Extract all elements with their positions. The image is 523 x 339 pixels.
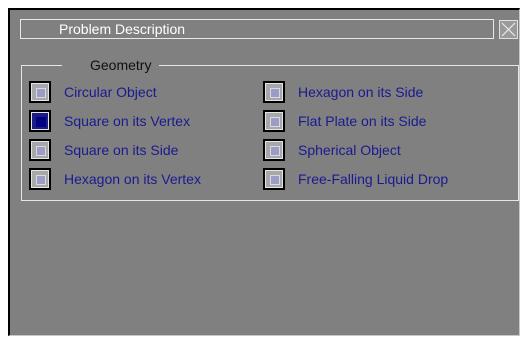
checkbox[interactable] <box>263 139 285 161</box>
problem-description-window: Problem Description Geometry Circular Ob… <box>8 8 520 336</box>
option-label: Square on its Side <box>64 142 179 158</box>
option-label: Hexagon on its Side <box>298 84 424 100</box>
checkbox[interactable] <box>29 168 51 190</box>
option-label: Hexagon on its Vertex <box>64 171 201 187</box>
option-label: Free-Falling Liquid Drop <box>298 171 449 187</box>
option-label: Flat Plate on its Side <box>298 113 427 129</box>
geometry-group: Geometry Circular Object Square on its V… <box>21 58 519 201</box>
close-icon <box>501 22 516 37</box>
checkbox[interactable] <box>263 110 285 132</box>
checkbox[interactable] <box>29 110 51 132</box>
checkbox[interactable] <box>263 168 285 190</box>
window-title: Problem Description <box>20 19 494 39</box>
option-label: Circular Object <box>64 84 157 100</box>
option-label: Square on its Vertex <box>64 113 191 129</box>
geometry-legend: Geometry <box>62 58 160 73</box>
close-button[interactable] <box>499 20 518 39</box>
checkbox[interactable] <box>29 81 51 103</box>
option-label: Spherical Object <box>298 142 401 158</box>
checkbox[interactable] <box>263 81 285 103</box>
checkbox[interactable] <box>29 139 51 161</box>
